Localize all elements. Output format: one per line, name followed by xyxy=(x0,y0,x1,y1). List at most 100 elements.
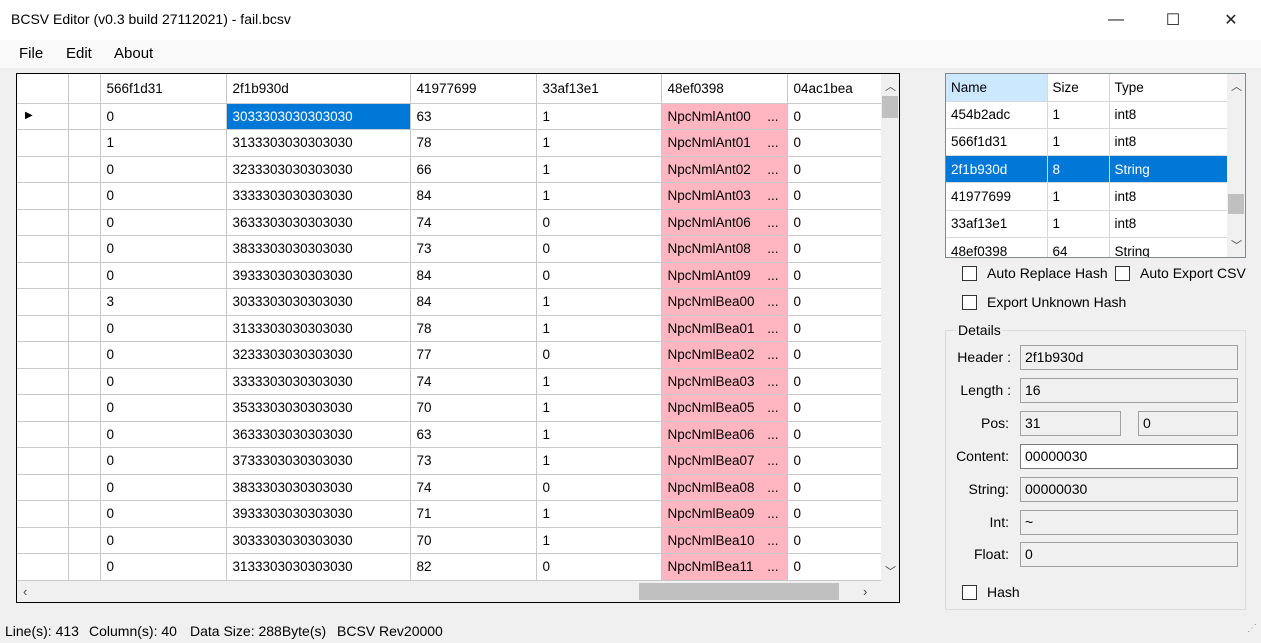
table-row[interactable]: 0 3933303030303030 84 0 NpcNmlAnt09... 0 xyxy=(17,262,883,289)
grid-cell[interactable] xyxy=(68,209,101,236)
row-header[interactable] xyxy=(17,553,69,581)
grid-cell[interactable]: 0 xyxy=(787,288,883,316)
grid-cell[interactable]: NpcNmlBea00... xyxy=(661,288,788,316)
grid-cell[interactable]: 77 xyxy=(410,341,537,369)
grid-cell[interactable]: 0 xyxy=(787,209,883,236)
grid-cell[interactable] xyxy=(68,103,101,130)
row-header[interactable] xyxy=(17,421,69,448)
grid-cell[interactable]: 1 xyxy=(536,315,662,342)
menu-file[interactable]: File xyxy=(19,45,43,62)
menu-edit[interactable]: Edit xyxy=(66,45,92,62)
export-unknown-hash-checkbox[interactable]: Export Unknown Hash xyxy=(962,294,1126,310)
table-row[interactable]: 0 3933303030303030 71 1 NpcNmlBea09... 0 xyxy=(17,500,883,528)
table-row[interactable]: 0 3133303030303030 82 0 NpcNmlBea11... 0 xyxy=(17,553,883,581)
table-row[interactable]: 0 3333303030303030 84 1 NpcNmlAnt03... 0 xyxy=(17,182,883,210)
grid-cell[interactable]: NpcNmlBea03... xyxy=(661,368,788,395)
grid-cell[interactable]: 0 xyxy=(100,315,227,342)
grid-cell[interactable]: 3133303030303030 xyxy=(226,129,411,157)
pos-field-2[interactable]: 0 xyxy=(1138,411,1238,436)
pos-field[interactable]: 31 xyxy=(1020,411,1121,436)
maximize-button[interactable]: ☐ xyxy=(1144,0,1202,40)
grid-cell[interactable] xyxy=(68,129,101,157)
row-header[interactable] xyxy=(17,235,69,263)
grid-cell[interactable]: 0 xyxy=(787,474,883,501)
row-header[interactable] xyxy=(17,209,69,236)
grid-cell[interactable]: 1 xyxy=(536,394,662,422)
ellipsis-button[interactable]: ... xyxy=(767,347,778,362)
grid-cell[interactable]: 84 xyxy=(410,262,537,289)
scroll-down-arrow-icon[interactable]: ﹀ xyxy=(885,563,896,579)
grid-cell[interactable]: 0 xyxy=(100,103,227,130)
ellipsis-button[interactable]: ... xyxy=(767,533,778,548)
grid-cell[interactable]: 3633303030303030 xyxy=(226,421,411,448)
data-grid[interactable]: 566f1d31 2f1b930d 41977699 33af13e1 48ef0398… xyxy=(16,73,900,603)
table-row[interactable]: 0 3133303030303030 78 1 NpcNmlBea01... 0 xyxy=(17,315,883,342)
grid-cell[interactable]: 0 xyxy=(787,315,883,342)
grid-cell[interactable]: NpcNmlBea01... xyxy=(661,315,788,342)
grid-cell[interactable]: 1 xyxy=(536,103,662,130)
grid-cell[interactable] xyxy=(68,527,101,554)
grid-cell[interactable]: 3133303030303030 xyxy=(226,553,411,581)
grid-cell[interactable]: 3 xyxy=(100,288,227,316)
table-row[interactable]: 0 3833303030303030 74 0 NpcNmlBea08... 0 xyxy=(17,474,883,501)
table-row[interactable]: 1 3133303030303030 78 1 NpcNmlAnt01... 0 xyxy=(17,129,883,157)
row-header[interactable] xyxy=(17,341,69,369)
grid-cell[interactable]: 82 xyxy=(410,553,537,581)
grid-cell[interactable] xyxy=(68,182,101,210)
string-field[interactable]: 00000030 xyxy=(1020,477,1238,502)
grid-cell[interactable]: NpcNmlAnt02... xyxy=(661,156,788,183)
grid-cell[interactable]: 3733303030303030 xyxy=(226,447,411,475)
fields-scrollbar[interactable]: ︿ ﹀ xyxy=(1227,74,1245,257)
grid-cell[interactable]: 0 xyxy=(787,500,883,528)
row-header[interactable]: ▶ xyxy=(17,103,69,130)
scroll-right-arrow-icon[interactable]: › xyxy=(863,584,867,599)
grid-cell[interactable]: 0 xyxy=(100,341,227,369)
grid-column-header[interactable]: 41977699 xyxy=(410,74,537,104)
checkbox-icon[interactable] xyxy=(962,294,977,310)
table-row[interactable]: 0 3833303030303030 73 0 NpcNmlAnt08... 0 xyxy=(17,235,883,263)
grid-cell[interactable]: 0 xyxy=(100,527,227,554)
scroll-left-arrow-icon[interactable]: ‹ xyxy=(23,584,27,599)
grid-cell[interactable]: 70 xyxy=(410,527,537,554)
grid-cell[interactable]: 3233303030303030 xyxy=(226,156,411,183)
grid-cell[interactable]: NpcNmlBea11... xyxy=(661,553,788,581)
list-scroll-up-icon[interactable]: ︿ xyxy=(1231,78,1242,94)
row-header[interactable] xyxy=(17,262,69,289)
grid-cell[interactable] xyxy=(68,315,101,342)
grid-cell[interactable]: 1 xyxy=(536,129,662,157)
list-item[interactable]: 454b2adc 1 int8 xyxy=(946,101,1229,129)
grid-cell[interactable]: 0 xyxy=(787,421,883,448)
int-field[interactable]: ~ xyxy=(1020,510,1238,535)
grid-cell[interactable]: 66 xyxy=(410,156,537,183)
grid-column-header[interactable]: 04ac1bea xyxy=(787,74,883,104)
grid-cell[interactable]: 63 xyxy=(410,421,537,448)
grid-cell[interactable] xyxy=(68,474,101,501)
hash-checkbox[interactable]: Hash xyxy=(962,584,1020,600)
grid-cell[interactable]: 0 xyxy=(100,394,227,422)
grid-cell[interactable]: NpcNmlBea09... xyxy=(661,500,788,528)
row-header[interactable] xyxy=(17,368,69,395)
fields-scroll-thumb[interactable] xyxy=(1228,194,1244,214)
grid-cell[interactable]: NpcNmlBea10... xyxy=(661,527,788,554)
table-row[interactable]: ▶ 0 3033303030303030 63 1 NpcNmlAnt00... 0 xyxy=(17,103,883,130)
grid-column-header[interactable]: 566f1d31 xyxy=(100,74,227,104)
row-header[interactable] xyxy=(17,288,69,316)
grid-cell[interactable]: 3933303030303030 xyxy=(226,500,411,528)
grid-cell[interactable]: 0 xyxy=(536,341,662,369)
grid-cell[interactable]: NpcNmlAnt00... xyxy=(661,103,788,130)
row-header[interactable] xyxy=(17,474,69,501)
ellipsis-button[interactable]: ... xyxy=(767,374,778,389)
grid-cell[interactable]: 0 xyxy=(787,156,883,183)
ellipsis-button[interactable]: ... xyxy=(767,427,778,442)
auto-export-csv-checkbox[interactable]: Auto Export CSV xyxy=(1115,265,1246,281)
minimize-button[interactable]: — xyxy=(1087,0,1145,40)
grid-cell[interactable]: NpcNmlAnt03... xyxy=(661,182,788,210)
grid-cell[interactable]: 70 xyxy=(410,394,537,422)
grid-cell[interactable]: 0 xyxy=(100,553,227,581)
grid-cell[interactable]: 0 xyxy=(100,421,227,448)
grid-cell[interactable] xyxy=(68,341,101,369)
grid-cell[interactable]: 0 xyxy=(787,394,883,422)
grid-cell[interactable]: 3533303030303030 xyxy=(226,394,411,422)
grid-column-header[interactable]: 33af13e1 xyxy=(536,74,662,104)
grid-cell[interactable]: NpcNmlBea02... xyxy=(661,341,788,369)
